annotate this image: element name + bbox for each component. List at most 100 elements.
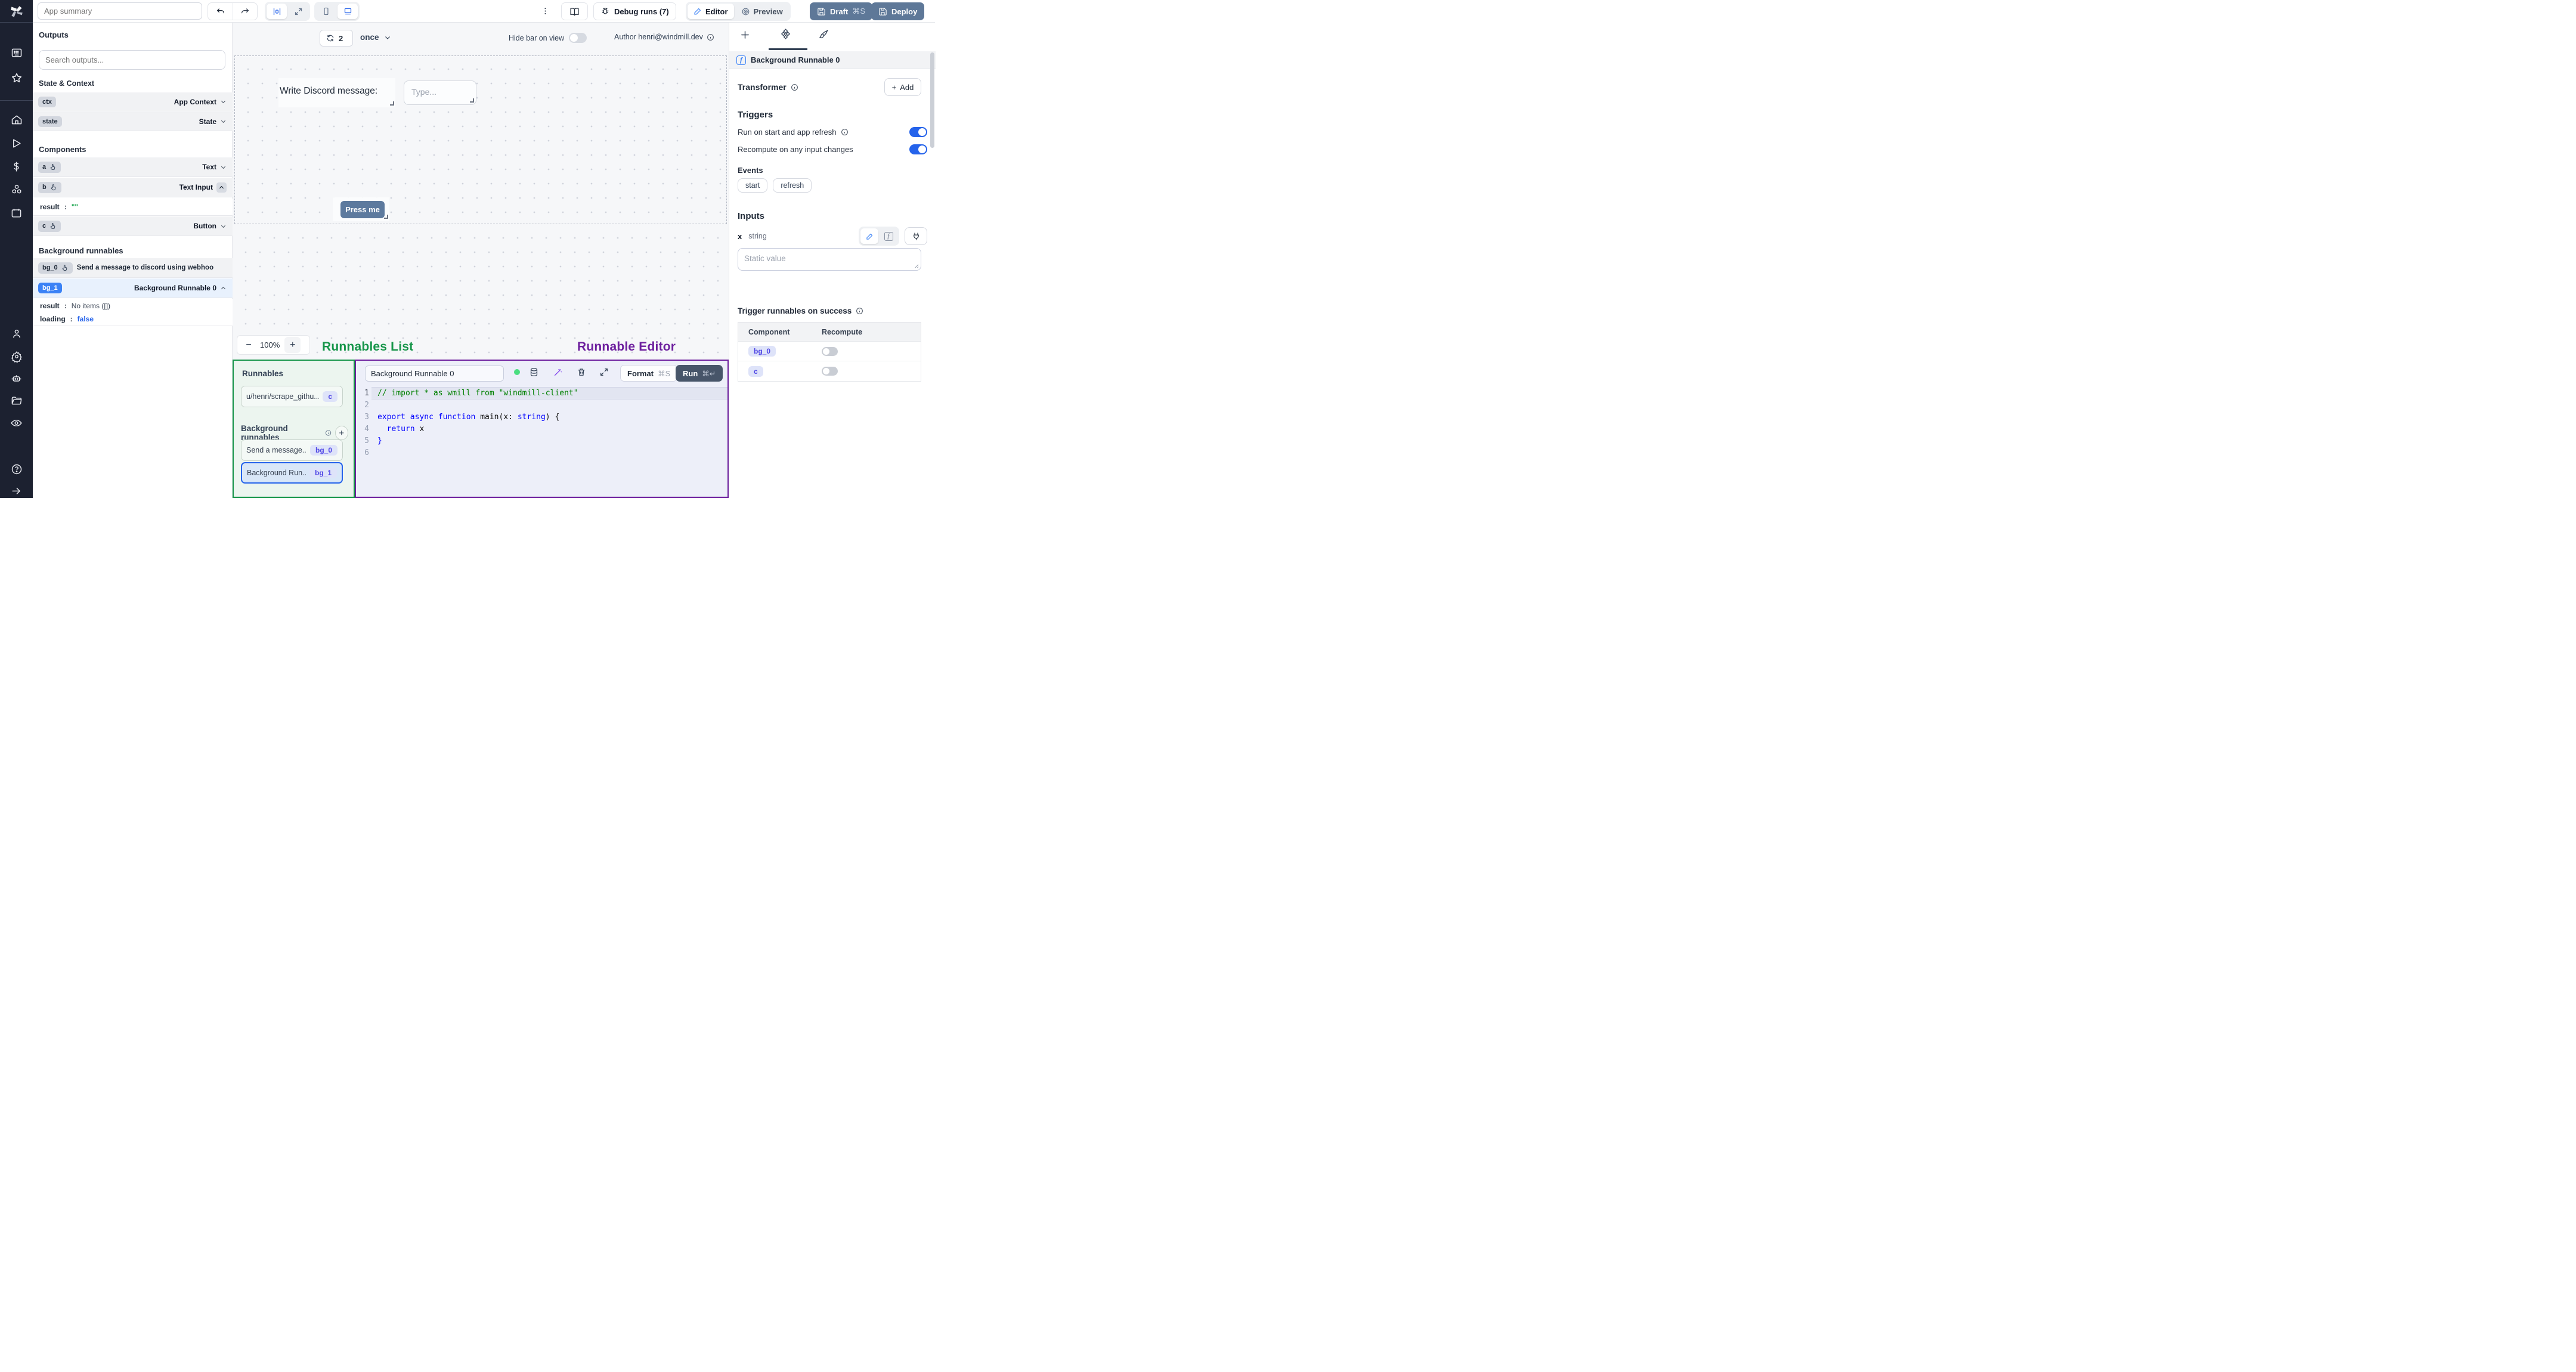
ctx-label: App Context bbox=[174, 97, 216, 106]
deploy-button[interactable]: Deploy bbox=[871, 2, 925, 20]
preview-eye-icon bbox=[742, 8, 749, 15]
result-sep: : bbox=[64, 301, 67, 310]
selected-runnable-title: Background Runnable 0 bbox=[751, 55, 840, 64]
deploy-label: Deploy bbox=[891, 7, 918, 16]
rail-settings-icon[interactable] bbox=[0, 346, 33, 367]
output-row-state[interactable]: state State bbox=[33, 112, 233, 131]
resize-handle[interactable] bbox=[470, 98, 474, 103]
editor-preview-toggle: Editor Preview bbox=[686, 2, 791, 21]
add-runnable-button[interactable]: + bbox=[335, 426, 349, 440]
rail-workers-icon[interactable] bbox=[0, 368, 33, 389]
save-icon bbox=[879, 7, 887, 16]
tab-editor[interactable]: Editor bbox=[688, 4, 734, 19]
rail-help-icon[interactable] bbox=[0, 459, 33, 479]
add-transformer-button[interactable]: + Add bbox=[884, 78, 921, 96]
component-a-id: a bbox=[42, 163, 47, 171]
rail-home-icon[interactable] bbox=[0, 110, 33, 130]
runnable-item-bg0[interactable]: Send a message... bg_0 bbox=[241, 439, 343, 461]
panel-scrollbar[interactable] bbox=[930, 52, 934, 148]
desktop-view-button[interactable] bbox=[338, 4, 358, 19]
press-me-button[interactable]: Press me bbox=[340, 201, 385, 218]
docs-button[interactable] bbox=[561, 2, 588, 20]
code-editor[interactable]: 1 2 3 4 5 6 // import * as wmill from "w… bbox=[356, 386, 727, 497]
bg1-row[interactable]: bg_1 Background Runnable 0 bbox=[33, 278, 233, 298]
rail-resources-icon[interactable] bbox=[0, 179, 33, 200]
tab-insert-icon[interactable] bbox=[740, 30, 750, 40]
tab-settings-icon[interactable] bbox=[780, 29, 791, 40]
recompute-toggle-c[interactable] bbox=[822, 367, 838, 376]
redo-button[interactable] bbox=[233, 3, 257, 20]
top-toolbar: Debug runs (7) Editor Preview Draft ⌘S D… bbox=[33, 0, 935, 23]
input-type: string bbox=[748, 232, 767, 240]
hide-bar-toggle[interactable] bbox=[569, 33, 587, 43]
button-component-frame[interactable]: Press me bbox=[333, 197, 389, 221]
cache-icon[interactable] bbox=[529, 367, 539, 377]
run-on-start-toggle[interactable] bbox=[909, 127, 927, 137]
ctx-badge: ctx bbox=[38, 96, 56, 107]
refresh-count-button[interactable]: 2 bbox=[320, 30, 353, 47]
mobile-view-button[interactable] bbox=[316, 4, 336, 19]
pen-icon bbox=[694, 8, 701, 15]
tab-preview[interactable]: Preview bbox=[735, 4, 789, 19]
tab-theme-icon[interactable] bbox=[819, 29, 829, 40]
recompute-toggle-bg0[interactable] bbox=[822, 346, 838, 356]
input-mode-toggle: f bbox=[859, 227, 899, 246]
run-shortcut: ⌘↵ bbox=[702, 369, 716, 378]
format-label: Format bbox=[627, 368, 654, 378]
draft-button[interactable]: Draft ⌘S bbox=[810, 2, 873, 20]
search-outputs-input[interactable] bbox=[39, 50, 225, 70]
undo-button[interactable] bbox=[208, 3, 233, 20]
rail-variables-icon[interactable] bbox=[0, 156, 33, 176]
runnable-item-c[interactable]: u/henri/scrape_githu... c bbox=[241, 386, 343, 407]
expand-editor-icon[interactable] bbox=[599, 367, 609, 377]
preview-label: Preview bbox=[753, 7, 783, 16]
run-button[interactable]: Run ⌘↵ bbox=[676, 365, 723, 382]
rail-schedules-icon[interactable] bbox=[0, 203, 33, 223]
format-button[interactable]: Format ⌘S bbox=[620, 365, 677, 382]
component-row-a[interactable]: a Text bbox=[33, 157, 233, 177]
connect-plug-button[interactable] bbox=[905, 227, 927, 245]
grid-container[interactable]: Write Discord message: Type... Press me bbox=[234, 55, 727, 224]
output-row-ctx[interactable]: ctx App Context bbox=[33, 92, 233, 112]
kebab-menu-icon[interactable] bbox=[541, 5, 550, 17]
text-component[interactable]: Write Discord message: bbox=[278, 78, 395, 107]
info-icon bbox=[707, 33, 714, 41]
resize-handle[interactable] bbox=[384, 215, 388, 219]
rail-favorites-icon[interactable] bbox=[0, 68, 33, 88]
rail-users-icon[interactable] bbox=[0, 324, 33, 344]
rail-audit-icon[interactable] bbox=[0, 413, 33, 433]
rail-folders-icon[interactable] bbox=[0, 391, 33, 411]
zoom-in-button[interactable]: + bbox=[284, 337, 301, 353]
runnable-item-bg1[interactable]: Background Run... bg_1 bbox=[241, 462, 343, 484]
info-icon bbox=[841, 129, 848, 135]
recompute-toggle[interactable] bbox=[909, 144, 927, 154]
refresh-mode-dropdown[interactable]: once bbox=[360, 33, 391, 42]
delete-icon[interactable] bbox=[577, 367, 586, 377]
component-b-id: b bbox=[42, 184, 47, 191]
center-layout-button[interactable] bbox=[267, 4, 287, 19]
result-value: No items ([]) bbox=[71, 301, 111, 310]
static-mode-button[interactable] bbox=[860, 228, 878, 244]
textinput-component[interactable]: Type... bbox=[404, 80, 476, 105]
collapse-button[interactable] bbox=[216, 182, 227, 193]
component-row-b[interactable]: b Text Input bbox=[33, 178, 233, 197]
info-icon bbox=[791, 83, 798, 91]
fullscreen-layout-button[interactable] bbox=[288, 4, 308, 19]
rail-runs-icon[interactable] bbox=[0, 133, 33, 153]
app-summary-input[interactable] bbox=[38, 2, 202, 20]
runnable-name-input[interactable] bbox=[365, 366, 504, 382]
runnable-item-label: u/henri/scrape_githu... bbox=[246, 392, 320, 401]
component-row-c[interactable]: c Button bbox=[33, 216, 233, 236]
bg0-row[interactable]: bg_0 Send a message to discord using web… bbox=[33, 258, 233, 278]
static-value-field[interactable]: Static value bbox=[738, 248, 921, 271]
rail-apps-icon[interactable] bbox=[0, 43, 33, 63]
windmill-logo[interactable] bbox=[0, 2, 33, 22]
resize-handle[interactable] bbox=[390, 101, 394, 106]
zoom-out-button[interactable]: − bbox=[237, 340, 260, 351]
eval-mode-button[interactable]: f bbox=[880, 228, 897, 244]
runnable-item-badge: bg_0 bbox=[309, 445, 338, 456]
debug-runs-button[interactable]: Debug runs (7) bbox=[593, 2, 676, 20]
ai-wand-icon[interactable] bbox=[553, 367, 563, 377]
status-dot bbox=[514, 369, 520, 375]
rail-expand-icon[interactable] bbox=[0, 481, 33, 501]
